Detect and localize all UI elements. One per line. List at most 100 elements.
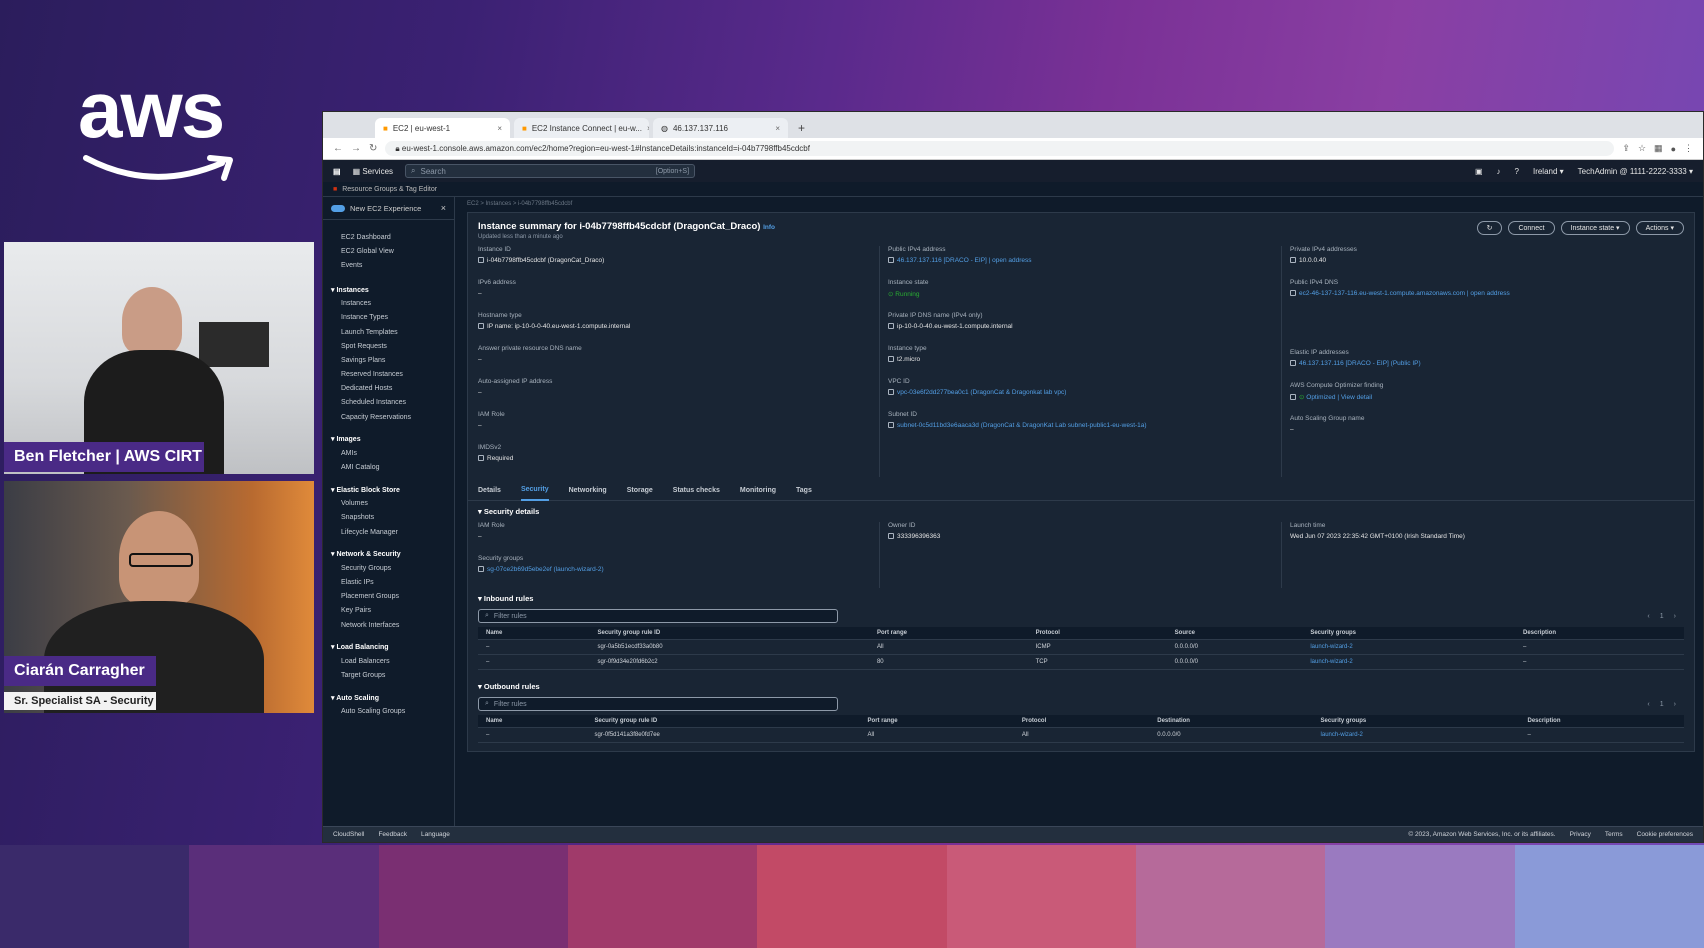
sidebar-item[interactable]: Reserved Instances bbox=[323, 368, 454, 382]
footer-cookies[interactable]: Cookie preferences bbox=[1637, 831, 1693, 838]
field-value[interactable]: ec2-46-137-137-116.eu-west-1.compute.ama… bbox=[1290, 290, 1676, 297]
close-icon[interactable]: × bbox=[441, 203, 446, 213]
column-header[interactable]: Description bbox=[1519, 715, 1684, 728]
security-details-header[interactable]: ▾ Security details bbox=[468, 501, 1694, 522]
star-icon[interactable]: ☆ bbox=[1638, 143, 1646, 154]
column-header[interactable]: Destination bbox=[1149, 715, 1313, 728]
copy-icon[interactable] bbox=[888, 356, 894, 363]
info-link[interactable]: Info bbox=[763, 224, 775, 231]
sidebar-section-header[interactable]: ▾ Elastic Block Store bbox=[323, 481, 454, 497]
copy-icon[interactable] bbox=[1290, 360, 1296, 367]
sidebar-item[interactable]: Elastic IPs bbox=[323, 575, 454, 589]
column-header[interactable]: Name bbox=[478, 627, 590, 640]
footer-terms[interactable]: Terms bbox=[1605, 831, 1623, 838]
security-group-link[interactable]: launch-wizard-2 bbox=[1312, 727, 1520, 743]
refresh-button[interactable]: ↻ bbox=[1476, 221, 1503, 235]
copy-icon[interactable] bbox=[888, 422, 894, 429]
region-selector[interactable]: Ireland ▾ bbox=[1533, 167, 1564, 176]
tab-status-checks[interactable]: Status checks bbox=[673, 481, 720, 501]
footer-feedback[interactable]: Feedback bbox=[378, 831, 407, 838]
sidebar-section-header[interactable]: ▾ Instances bbox=[323, 281, 454, 297]
sidebar-section-header[interactable]: ▾ Network & Security bbox=[323, 545, 454, 561]
chevron-right-icon[interactable]: › bbox=[1674, 613, 1676, 620]
field-value[interactable]: subnet-0c5d11bd3e6aaca3d (DragonCat & Dr… bbox=[888, 422, 1273, 429]
footer-language[interactable]: Language bbox=[421, 831, 450, 838]
sidebar-section-header[interactable]: ▾ Images bbox=[323, 430, 454, 446]
instance-state-button[interactable]: Instance state ▾ bbox=[1560, 221, 1630, 235]
security-group-link[interactable]: launch-wizard-2 bbox=[1302, 639, 1515, 655]
back-icon[interactable]: ← bbox=[333, 143, 343, 154]
sidebar-item[interactable]: Instance Types bbox=[323, 311, 454, 325]
column-header[interactable]: Description bbox=[1515, 627, 1684, 640]
outbound-filter-input[interactable]: ⌕ Filter rules bbox=[478, 697, 838, 711]
copy-icon[interactable] bbox=[478, 257, 484, 264]
field-value[interactable]: 46.137.137.116 [DRACO - EIP] (Public IP) bbox=[1290, 360, 1676, 367]
sidebar-item[interactable]: Lifecycle Manager bbox=[323, 525, 454, 539]
aws-console-logo-icon[interactable]: ▤ bbox=[333, 167, 341, 176]
sidebar-item[interactable]: Key Pairs bbox=[323, 604, 454, 618]
actions-button[interactable]: Actions ▾ bbox=[1635, 221, 1684, 235]
copy-icon[interactable] bbox=[1290, 394, 1296, 401]
inbound-filter-input[interactable]: ⌕ Filter rules bbox=[478, 609, 838, 623]
browser-tab-ec2[interactable]: ■ EC2 | eu-west-1 × bbox=[375, 118, 510, 138]
sidebar-item[interactable]: Auto Scaling Groups bbox=[323, 705, 454, 719]
copy-icon[interactable] bbox=[478, 455, 484, 462]
sidebar-item[interactable]: EC2 Dashboard bbox=[323, 230, 454, 244]
tab-storage[interactable]: Storage bbox=[627, 481, 653, 501]
close-icon[interactable]: × bbox=[647, 124, 649, 133]
column-header[interactable]: Security groups bbox=[1312, 715, 1520, 728]
toggle-switch[interactable] bbox=[331, 204, 345, 212]
security-group-link[interactable]: launch-wizard-2 bbox=[1302, 654, 1515, 670]
footer-privacy[interactable]: Privacy bbox=[1570, 831, 1591, 838]
copy-icon[interactable] bbox=[888, 389, 894, 396]
sidebar-section-header[interactable]: ▾ Auto Scaling bbox=[323, 689, 454, 705]
help-icon[interactable]: ? bbox=[1515, 167, 1519, 176]
column-header[interactable]: Security group rule ID bbox=[589, 627, 869, 640]
column-header[interactable]: Name bbox=[478, 715, 587, 728]
sidebar-item[interactable]: Capacity Reservations bbox=[323, 410, 454, 424]
chevron-left-icon[interactable]: ‹ bbox=[1647, 701, 1649, 708]
column-header[interactable]: Port range bbox=[868, 627, 1028, 640]
sidebar-section-header[interactable]: ▾ Load Balancing bbox=[323, 638, 454, 654]
sidebar-item[interactable]: Dedicated Hosts bbox=[323, 382, 454, 396]
sidebar-item[interactable]: Launch Templates bbox=[323, 325, 454, 339]
tab-tags[interactable]: Tags bbox=[796, 481, 812, 501]
forward-icon[interactable]: → bbox=[351, 143, 361, 154]
column-header[interactable]: Port range bbox=[859, 715, 1014, 728]
footer-cloudshell[interactable]: CloudShell bbox=[333, 831, 364, 838]
copy-icon[interactable] bbox=[478, 566, 484, 573]
new-tab-button[interactable]: + bbox=[792, 121, 811, 138]
address-bar[interactable]: 🔒︎ eu-west-1.console.aws.amazon.com/ec2/… bbox=[385, 141, 1615, 156]
column-header[interactable]: Protocol bbox=[1013, 715, 1150, 728]
browser-tab-connect[interactable]: ■EC2 Instance Connect | eu-w...× bbox=[514, 118, 649, 138]
extension-icon[interactable]: ▦ bbox=[1654, 143, 1663, 154]
close-icon[interactable]: × bbox=[775, 124, 780, 133]
tab-monitoring[interactable]: Monitoring bbox=[740, 481, 776, 501]
security-group-link[interactable]: sg-07ce2b69d5ebe2ef (launch-wizard-2) bbox=[478, 566, 871, 573]
tab-security[interactable]: Security bbox=[520, 481, 549, 501]
sidebar-item[interactable]: Savings Plans bbox=[323, 353, 454, 367]
account-menu[interactable]: TechAdmin @ 1111-2222-3333 ▾ bbox=[1578, 167, 1693, 176]
field-value[interactable]: 46.137.137.116 [DRACO - EIP] | open addr… bbox=[888, 257, 1273, 264]
services-menu[interactable]: ▦ Services bbox=[353, 167, 393, 176]
sidebar-item[interactable]: AMI Catalog bbox=[323, 460, 454, 474]
sidebar-item[interactable]: Scheduled Instances bbox=[323, 396, 454, 410]
close-icon[interactable]: × bbox=[497, 124, 502, 133]
inbound-rules-header[interactable]: ▾ Inbound rules bbox=[468, 588, 1694, 609]
sidebar-item[interactable]: Placement Groups bbox=[323, 590, 454, 604]
bell-icon[interactable]: ♪ bbox=[1497, 167, 1501, 176]
connect-button[interactable]: Connect bbox=[1508, 221, 1555, 235]
sidebar-item[interactable]: Snapshots bbox=[323, 511, 454, 525]
chevron-right-icon[interactable]: › bbox=[1674, 701, 1676, 708]
chevron-left-icon[interactable]: ‹ bbox=[1647, 613, 1649, 620]
sidebar-item[interactable]: AMIs bbox=[323, 446, 454, 460]
profile-icon[interactable]: ● bbox=[1671, 144, 1676, 154]
sidebar-item[interactable]: Events bbox=[323, 258, 454, 272]
field-value[interactable]: ⊙ Optimized | View detail bbox=[1290, 393, 1676, 401]
column-header[interactable]: Security group rule ID bbox=[586, 715, 860, 728]
copy-icon[interactable] bbox=[1290, 257, 1296, 264]
sidebar-item[interactable]: Network Interfaces bbox=[323, 618, 454, 632]
favorite-resource-groups[interactable]: Resource Groups & Tag Editor bbox=[342, 186, 437, 193]
sidebar-item[interactable]: Spot Requests bbox=[323, 339, 454, 353]
sidebar-item[interactable]: Load Balancers bbox=[323, 654, 454, 668]
